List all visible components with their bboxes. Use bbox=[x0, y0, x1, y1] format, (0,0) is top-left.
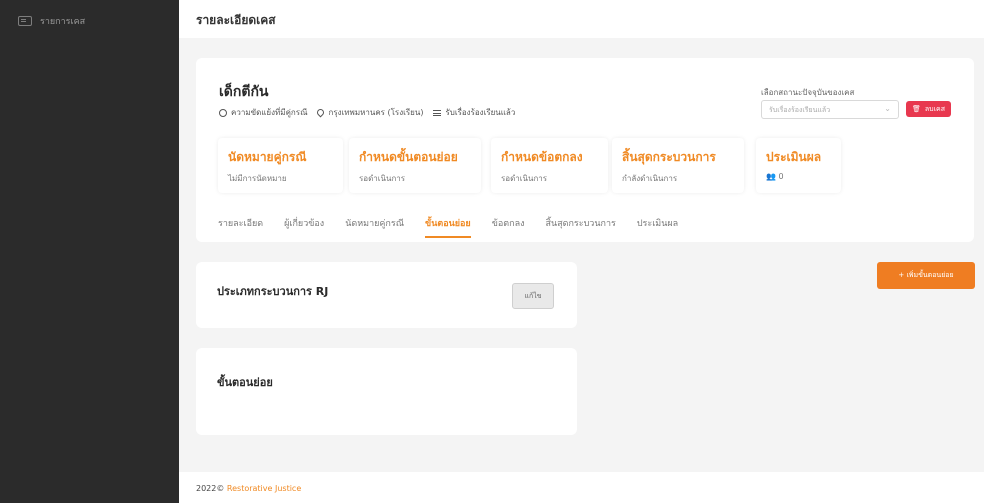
chevron-down-icon: ⌄ bbox=[884, 104, 891, 113]
footer-brand[interactable]: Restorative Justice bbox=[227, 484, 301, 493]
stat-sub: ไม่มีการนัดหมาย bbox=[228, 174, 287, 183]
stat-title: ประเมินผล bbox=[766, 150, 822, 164]
stat-substeps[interactable]: กำหนดขั้นตอนย่อย รอดำเนินการ bbox=[349, 138, 481, 193]
case-status-label: รับเรื่องร้องเรียนแล้ว bbox=[445, 108, 516, 117]
case-tabs: รายละเอียด ผู้เกี่ยวข้อง นัดหมายคู่กรณี … bbox=[218, 216, 678, 238]
tab-appointment[interactable]: นัดหมายคู่กรณี bbox=[345, 216, 404, 238]
substeps-panel: ขั้นตอนย่อย bbox=[196, 348, 577, 435]
list-icon bbox=[433, 109, 442, 116]
edit-button[interactable]: แก้ไข bbox=[512, 283, 554, 309]
stat-evaluation[interactable]: ประเมินผล 👥 0 bbox=[756, 138, 841, 193]
tab-substeps[interactable]: ขั้นตอนย่อย bbox=[425, 216, 471, 238]
top-bar: รายละเอียดเคส bbox=[179, 0, 984, 38]
trash-icon: 🗑 bbox=[912, 105, 921, 113]
case-location: กรุงเทพมหานคร (โรงเรียน) bbox=[316, 106, 424, 119]
delete-case-button[interactable]: 🗑 ลบเคส bbox=[906, 101, 951, 117]
case-location-label: กรุงเทพมหานคร (โรงเรียน) bbox=[328, 108, 424, 117]
tab-related-people[interactable]: ผู้เกี่ยวข้อง bbox=[284, 216, 324, 238]
stat-title: สิ้นสุดกระบวนการ bbox=[622, 150, 716, 164]
case-meta: ความขัดแย้งที่มีคู่กรณี กรุงเทพมหานคร (โ… bbox=[219, 106, 515, 119]
status-select-value: รับเรื่องร้องเรียนแล้ว bbox=[769, 106, 831, 114]
stat-sub: รอดำเนินการ bbox=[501, 174, 548, 183]
stat-agreement[interactable]: กำหนดข้อตกลง รอดำเนินการ bbox=[491, 138, 608, 193]
page-title: รายละเอียดเคส bbox=[196, 13, 276, 27]
footer: 2022© Restorative Justice bbox=[179, 472, 984, 503]
stat-title: กำหนดขั้นตอนย่อย bbox=[359, 150, 458, 164]
case-name: เด็กตีกัน bbox=[219, 84, 269, 100]
tab-end-process[interactable]: สิ้นสุดกระบวนการ bbox=[545, 216, 615, 238]
case-card: เด็กตีกัน ความขัดแย้งที่มีคู่กรณี กรุงเท… bbox=[196, 58, 974, 242]
sidebar-item-label: รายการเคส bbox=[40, 17, 86, 27]
users-icon: 👥 bbox=[766, 172, 776, 181]
stat-sub: 👥 0 bbox=[766, 172, 831, 181]
stat-appointment[interactable]: นัดหมายคู่กรณี ไม่มีการนัดหมาย bbox=[218, 138, 343, 193]
case-type-label: ความขัดแย้งที่มีคู่กรณี bbox=[231, 108, 308, 117]
substeps-title: ขั้นตอนย่อย bbox=[217, 376, 273, 389]
stat-sub: กำลังดำเนินการ bbox=[622, 174, 678, 183]
status-select[interactable]: รับเรื่องร้องเรียนแล้ว ⌄ bbox=[761, 100, 899, 119]
footer-year: 2022© bbox=[196, 484, 225, 493]
case-status: รับเรื่องร้องเรียนแล้ว bbox=[433, 106, 515, 119]
stat-end-process[interactable]: สิ้นสุดกระบวนการ กำลังดำเนินการ bbox=[612, 138, 744, 193]
evaluation-count: 0 bbox=[778, 172, 784, 181]
location-pin-icon bbox=[316, 107, 326, 118]
dispute-icon bbox=[219, 108, 227, 117]
status-select-label: เลือกสถานะปัจจุบันของเคส bbox=[761, 88, 855, 97]
tab-agreement[interactable]: ข้อตกลง bbox=[492, 216, 525, 238]
tab-evaluation[interactable]: ประเมินผล bbox=[637, 216, 678, 238]
sidebar: รายการเคส bbox=[0, 0, 179, 503]
stat-title: นัดหมายคู่กรณี bbox=[228, 150, 307, 164]
sidebar-item-cases[interactable]: รายการเคส bbox=[18, 14, 85, 28]
delete-case-label: ลบเคส bbox=[924, 104, 945, 113]
tab-details[interactable]: รายละเอียด bbox=[218, 216, 263, 238]
footer-text: 2022© Restorative Justice bbox=[196, 484, 301, 493]
list-icon bbox=[18, 16, 32, 26]
case-type: ความขัดแย้งที่มีคู่กรณี bbox=[219, 106, 307, 119]
stat-sub: รอดำเนินการ bbox=[359, 174, 406, 183]
add-substep-button[interactable]: + เพิ่มขั้นตอนย่อย bbox=[877, 262, 975, 289]
process-type-panel: ประเภทกระบวนการ RJ แก้ไข bbox=[196, 262, 577, 328]
process-type-title: ประเภทกระบวนการ RJ bbox=[217, 285, 329, 298]
stat-title: กำหนดข้อตกลง bbox=[501, 150, 583, 164]
